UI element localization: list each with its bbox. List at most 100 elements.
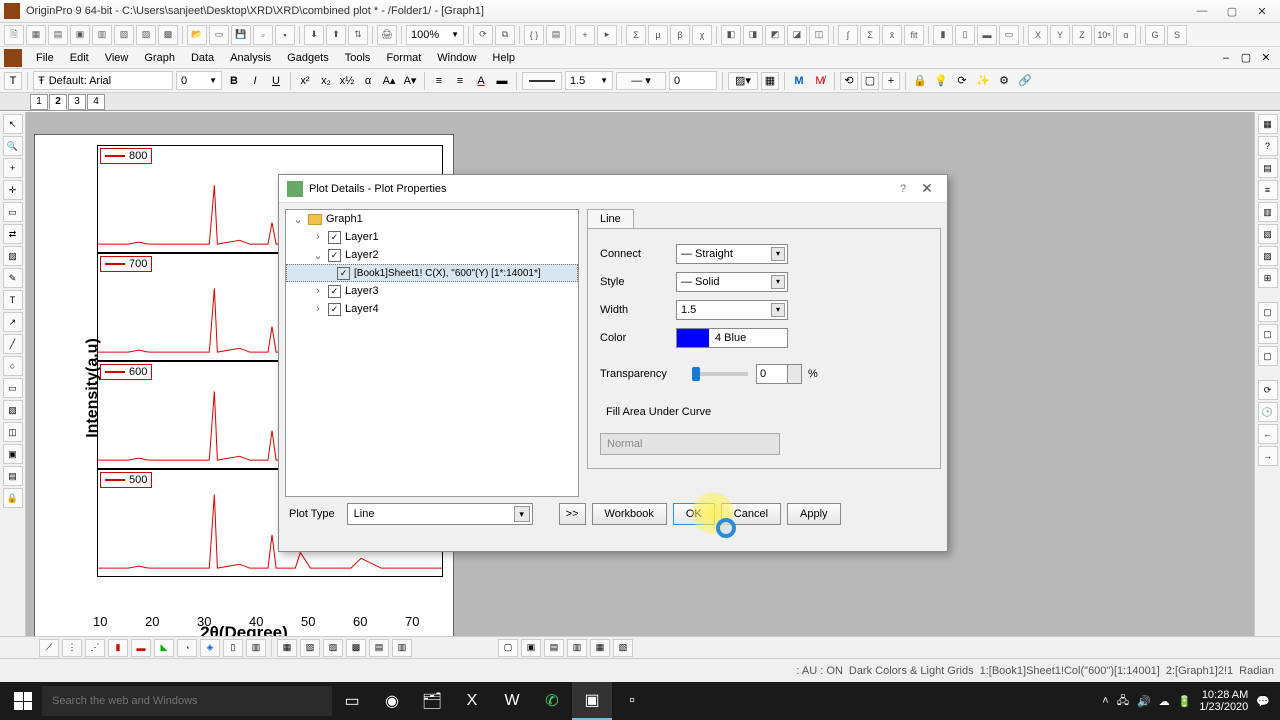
recalc-all-icon[interactable]: ⟳ [1258, 380, 1278, 400]
addplot-button[interactable]: + [882, 72, 900, 90]
duplicate-icon[interactable]: ⧉ [495, 25, 515, 45]
math-stats-icon[interactable]: x̄ [882, 25, 902, 45]
chart-column-icon[interactable]: ▯ [955, 25, 975, 45]
wizard-icon[interactable]: ✨ [974, 72, 992, 90]
superscript-button[interactable]: x² [296, 72, 314, 90]
3d-plot-5-icon[interactable]: ▤ [369, 639, 389, 657]
stat-nonparam-icon[interactable]: χ [692, 25, 712, 45]
template-6-icon[interactable]: ▧ [613, 639, 633, 657]
greek-button[interactable]: α [359, 72, 377, 90]
template-3-icon[interactable]: ▤ [544, 639, 564, 657]
histogram-icon[interactable]: ▥ [246, 639, 266, 657]
transparency-input[interactable]: 0 [756, 364, 788, 384]
excel-icon[interactable]: X [452, 682, 492, 720]
new-graph-icon[interactable]: ▣ [70, 25, 90, 45]
tree-leaf-selected[interactable]: ✓ [Book1]Sheet1! C(X), "600"(Y) [1*:1400… [286, 264, 578, 282]
menu-file[interactable]: File [28, 50, 62, 66]
template-5-icon[interactable]: ▦ [590, 639, 610, 657]
object-manager-icon[interactable]: ▥ [1258, 202, 1278, 222]
stat-regression-icon[interactable]: β [670, 25, 690, 45]
notifications-icon[interactable]: 💬 [1256, 695, 1270, 708]
open-template-icon[interactable]: ▭ [209, 25, 229, 45]
new-matrix-icon[interactable]: ▥ [92, 25, 112, 45]
network-icon[interactable]: 🖧 [1117, 692, 1129, 711]
expand-pane-button[interactable]: >> [559, 503, 586, 525]
insert-graph-icon[interactable]: ▣ [3, 444, 23, 464]
volume-icon[interactable]: 🔊 [1137, 695, 1151, 708]
template-2-icon[interactable]: ▣ [521, 639, 541, 657]
line-plot-icon[interactable]: ⟋ [39, 639, 59, 657]
mask-button[interactable]: M [790, 72, 808, 90]
checkbox-icon[interactable]: ✓ [337, 267, 350, 280]
slide-show-icon[interactable]: ▸ [597, 25, 617, 45]
taskbar-search-input[interactable] [42, 686, 332, 716]
tool-3-icon[interactable]: ◩ [765, 25, 785, 45]
template-1-icon[interactable]: ▢ [498, 639, 518, 657]
new-excel-icon[interactable]: ▤ [48, 25, 68, 45]
checkbox-icon[interactable]: ✓ [328, 249, 341, 262]
dialog-titlebar[interactable]: Plot Details - Plot Properties ? ✕ [279, 175, 947, 203]
taskbar-clock[interactable]: 10:28 AM 1/23/2020 [1199, 689, 1248, 713]
expand-icon[interactable]: › [312, 303, 324, 315]
style-dropdown[interactable]: — Solid▾ [676, 272, 788, 292]
import-single-icon[interactable]: ⬆ [326, 25, 346, 45]
import-wizard-icon[interactable]: ⬇ [304, 25, 324, 45]
line-dash-dropdown[interactable]: — ▾ [616, 72, 666, 90]
onedrive-icon[interactable]: ☁ [1159, 695, 1170, 708]
save-project-icon[interactable]: ▪ [275, 25, 295, 45]
messages-icon[interactable]: ▤ [1258, 158, 1278, 178]
math-fit-icon[interactable]: fit [904, 25, 924, 45]
menu-window[interactable]: Window [429, 50, 484, 66]
file-explorer-icon[interactable]: 🗂 [412, 682, 452, 720]
workbook-button[interactable]: Workbook [592, 503, 667, 525]
menu-analysis[interactable]: Analysis [222, 50, 279, 66]
tree-layer3[interactable]: › ✓ Layer3 [286, 282, 578, 300]
battery-icon[interactable]: 🔋 [1178, 695, 1192, 708]
subscript-button[interactable]: x₂ [317, 72, 335, 90]
refresh-icon[interactable]: ⟳ [473, 25, 493, 45]
mdi-close-button[interactable]: ✕ [1256, 51, 1276, 64]
collapse-icon[interactable]: ⌄ [312, 249, 324, 262]
layer-props-icon[interactable]: ▧ [1258, 224, 1278, 244]
chrome-icon[interactable]: ◉ [372, 682, 412, 720]
font-size-dropdown[interactable]: 0▼ [176, 71, 222, 90]
data-selector-icon[interactable]: ⇄ [3, 224, 23, 244]
region-tool-icon[interactable]: ▧ [3, 400, 23, 420]
menu-tools[interactable]: Tools [337, 50, 379, 66]
lightbulb-icon[interactable]: 💡 [932, 72, 950, 90]
quick-2-icon[interactable]: ▢ [1258, 324, 1278, 344]
decrease-font-button[interactable]: A▾ [401, 72, 419, 90]
legend-800[interactable]: 800 [100, 148, 152, 164]
text-tool2-icon[interactable]: T [3, 290, 23, 310]
roi-tool-icon[interactable]: ◫ [3, 422, 23, 442]
plot-type-dropdown[interactable]: Line▾ [347, 503, 533, 525]
checkbox-icon[interactable]: ✓ [328, 231, 341, 244]
3d-plot-3-icon[interactable]: ▨ [323, 639, 343, 657]
checkbox-icon[interactable]: ✓ [328, 285, 341, 298]
mdi-restore-button[interactable]: ▢ [1236, 51, 1256, 64]
plot-tree[interactable]: ⌄ Graph1 › ✓ Layer1 ⌄ ✓ Layer2 ✓ [Book1]… [285, 209, 579, 497]
font-name-dropdown[interactable]: ŦDefault: Arial [33, 71, 173, 90]
text-tool-icon[interactable]: T [4, 72, 22, 90]
3d-plot-2-icon[interactable]: ▧ [300, 639, 320, 657]
legend-600[interactable]: 600 [100, 364, 152, 380]
width-dropdown[interactable]: 1.5▾ [676, 300, 788, 320]
arrow-tool-icon[interactable]: ↗ [3, 312, 23, 332]
menu-format[interactable]: Format [378, 50, 429, 66]
minimize-button[interactable]: — [1188, 2, 1216, 20]
new-worksheet-icon[interactable]: ▦ [26, 25, 46, 45]
bold-button[interactable]: B [225, 72, 243, 90]
word-icon[interactable]: W [492, 682, 532, 720]
template-4-icon[interactable]: ▥ [567, 639, 587, 657]
chevron-down-icon[interactable]: ▾ [514, 506, 530, 522]
box-plot-icon[interactable]: ▯ [223, 639, 243, 657]
font-color-button[interactable]: A [472, 72, 490, 90]
math-integral-icon[interactable]: ∫ [838, 25, 858, 45]
code-builder-icon[interactable]: { } [524, 25, 544, 45]
align-center-button[interactable]: ≡ [451, 72, 469, 90]
tree-layer2[interactable]: ⌄ ✓ Layer2 [286, 246, 578, 264]
chart-bar-icon[interactable]: ▮ [933, 25, 953, 45]
transparency-slider[interactable] [692, 372, 748, 376]
smartlink-icon[interactable]: ≡ [1258, 180, 1278, 200]
italic-button[interactable]: I [246, 72, 264, 90]
